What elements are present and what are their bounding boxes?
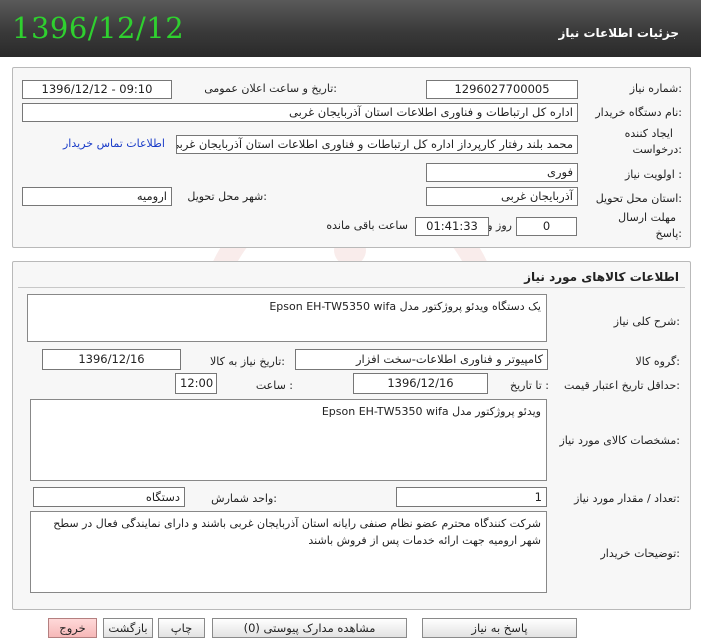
priority-field: فوری [426,163,578,182]
province-field: آذربایجان غربی [426,187,578,206]
need-date-field: 1396/12/16 [42,349,181,370]
city-field: ارومیه [22,187,172,206]
summary-label: شرح کلی نیاز: [613,315,680,328]
section-divider [18,287,685,288]
buyer-org-label: نام دستگاه خریدار: [595,106,682,119]
city-label: شهر محل تحویل: [187,190,267,203]
province-label: استان محل تحویل: [595,192,682,205]
creator-label-line2: درخواست: [632,143,683,156]
header-date: 1396/12/12 [12,11,185,45]
exit-button[interactable]: خروج [48,618,97,638]
to-date-label: تا تاریخ : [510,379,549,392]
creator-label-line1: ایجاد کننده [624,127,673,140]
print-button[interactable]: چاپ [158,618,205,638]
unit-label: واحد شمارش: [211,492,277,505]
to-date-field: 1396/12/16 [353,373,488,394]
need-number-label: شماره نیاز: [629,82,682,95]
priority-label: اولویت نیاز : [624,168,682,181]
days-label: روز و [487,219,512,232]
deadline-label-line2: پاسخ: [655,227,682,240]
creator-field: محمد بلند رفتار کارپرداز اداره کل ارتباط… [176,135,578,154]
announce-field: 1396/12/12 - 09:10 [22,80,172,99]
need-date-label: تاریخ نیاز به کالا: [210,355,285,368]
remaining-time-field: 01:41:33 [415,217,489,236]
unit-field: دستگاه [33,487,185,507]
goods-section-title: اطلاعات کالاهای مورد نیاز [524,270,679,284]
buyer-contact-link[interactable]: اطلاعات تماس خریدار [63,137,165,150]
deadline-label-line1: مهلت ارسال [618,211,676,224]
buyer-org-field: اداره کل ارتباطات و فناوری اطلاعات استان… [22,103,578,122]
announce-label: تاریخ و ساعت اعلان عمومی: [204,82,337,95]
goods-group-field: کامپیوتر و فناوری اطلاعات-سخت افزار [295,349,548,370]
quantity-field: 1 [396,487,547,507]
page-title: جزئیات اطلاعات نیاز [558,26,679,40]
specs-textarea[interactable]: ویدئو پروژکتور مدل Epson EH-TW5350 wifa [30,399,547,481]
days-field: 0 [516,217,577,236]
hour-label: ساعت : [255,379,293,392]
goods-group-label: گروه کالا: [635,355,680,368]
reply-button[interactable]: پاسخ به نیاز [422,618,577,638]
min-validity-label: حداقل تاریخ اعتبار قیمت: [564,379,680,392]
buyer-notes-label: توضیحات خریدار: [600,547,681,560]
need-number-field: 1296027700005 [426,80,578,99]
view-attachments-button[interactable]: مشاهده مدارک پیوستی (0) [212,618,407,638]
specs-label: مشخصات کالای مورد نیاز: [559,434,680,447]
remaining-label: ساعت باقی مانده [326,219,408,232]
back-button[interactable]: بازگشت [103,618,153,638]
buyer-notes-textarea[interactable]: شرکت کنندگاه محترم عضو نظام صنفی رایانه … [30,511,547,593]
quantity-label: تعداد / مقدار مورد نیاز: [574,492,680,505]
hour-field: 12:00 [175,373,217,394]
summary-textarea[interactable]: یک دستگاه ویدئو پروژکتور مدل Epson EH-TW… [27,294,547,342]
